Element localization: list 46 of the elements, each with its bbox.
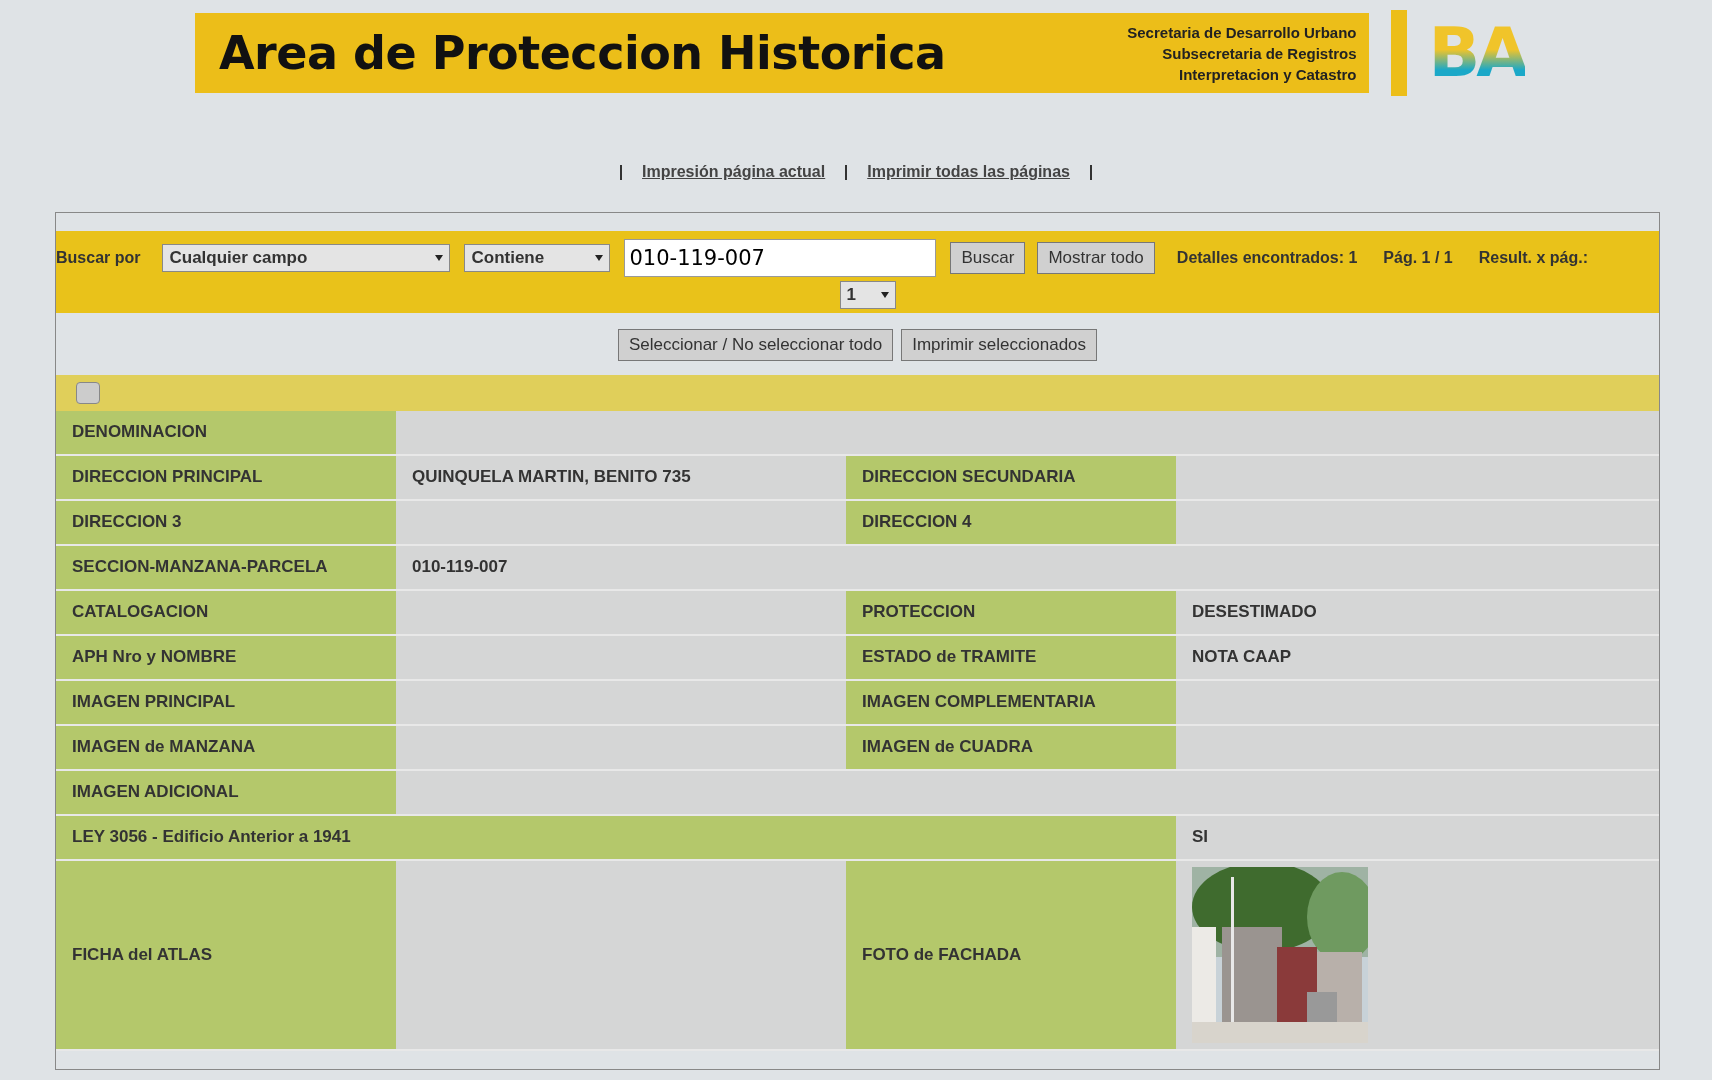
field-value: DESESTIMADO <box>1176 590 1659 636</box>
field-label: SECCION-MANZANA-PARCELA <box>56 545 396 591</box>
field-label: APH Nro y NOMBRE <box>56 635 396 681</box>
select-all-checkbox[interactable] <box>76 381 100 404</box>
search-button[interactable]: Mostrar todo <box>1037 242 1155 274</box>
search-field[interactable]: 010-119-007 <box>624 239 937 277</box>
field-label: IMAGEN COMPLEMENTARIA <box>846 680 1176 726</box>
page-title: Area de Proteccion Historica <box>219 24 946 82</box>
field-label: CATALOGACION <box>56 590 396 636</box>
field-value: SI <box>1176 815 1659 861</box>
organization-name: Secretaria de Desarrollo Urbano Subsecretaria de Registros Interpretacion y Catastro <box>1127 22 1357 85</box>
field-label: IMAGEN de MANZANA <box>56 725 396 771</box>
field-label: FOTO de FACHADA <box>846 860 1176 1051</box>
field-label: FICHA del ATLAS <box>56 860 396 1051</box>
dropdown-arrow-icon <box>880 292 889 298</box>
search-button[interactable]: Buscar <box>950 242 1026 274</box>
field-label: DIRECCION PRINCIPAL <box>56 455 396 501</box>
field-label: DIRECCION SECUNDARIA <box>846 455 1176 501</box>
separator-bar <box>845 164 848 180</box>
field-label: LEY 3056 - Edificio Anterior a 1941 <box>56 815 1176 861</box>
dropdown-arrow-icon <box>435 255 444 261</box>
print-link[interactable]: Imprimir todas las páginas <box>867 160 1070 184</box>
field-label: DIRECCION 4 <box>846 500 1176 546</box>
dropdown-arrow-icon <box>595 255 604 261</box>
separator-bar <box>620 164 623 180</box>
field-label: IMAGEN ADICIONAL <box>56 770 396 816</box>
field-select[interactable]: Cualquier campo <box>162 244 451 272</box>
field-label: DIRECCION 3 <box>56 500 396 546</box>
selection-button[interactable]: Imprimir seleccionados <box>901 329 1098 361</box>
print-link[interactable]: Impresión página actual <box>642 160 826 184</box>
field-label: IMAGEN de CUADRA <box>846 725 1176 771</box>
operator-select[interactable]: Contiene <box>464 244 611 272</box>
per-page-select[interactable]: 1 <box>839 281 896 309</box>
field-value: NOTA CAAP <box>1176 635 1659 681</box>
field-value: 010-119-007 <box>396 545 846 591</box>
field-value: QUINQUELA MARTIN, BENITO 735 <box>396 455 846 501</box>
page-indicator: Pág. 1 / 1 <box>1383 248 1453 268</box>
field-label: PROTECCION <box>846 590 1176 636</box>
results-per-page-label: Result. x pág.: <box>1478 248 1589 268</box>
field-label: ESTADO de TRAMITE <box>846 635 1176 681</box>
results-count: Detalles encontrados: 1 <box>1176 248 1358 268</box>
selection-button[interactable]: Seleccionar / No seleccionar todo <box>617 329 894 361</box>
field-label: DENOMINACION <box>56 410 396 456</box>
field-label: IMAGEN PRINCIPAL <box>56 680 396 726</box>
separator-bar <box>1089 164 1092 180</box>
search-label: Buscar por <box>56 248 141 268</box>
